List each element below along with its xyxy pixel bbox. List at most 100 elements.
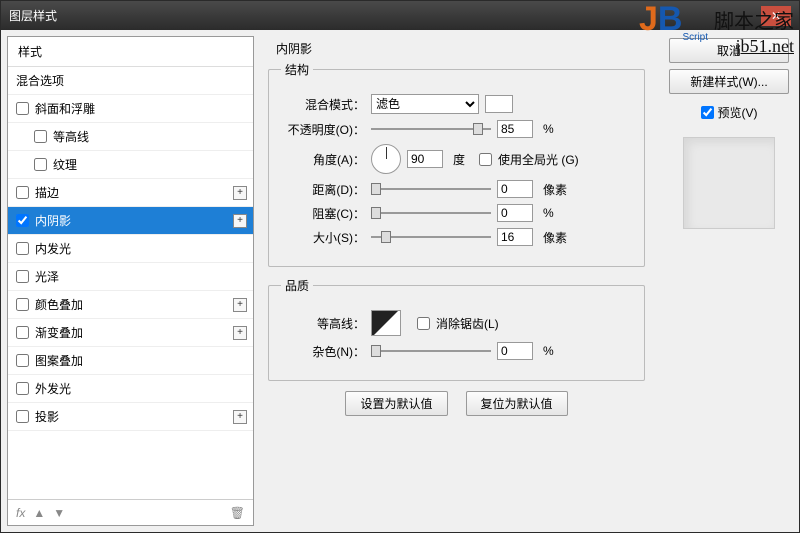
style-item-inner-glow[interactable]: 内发光 <box>8 235 253 263</box>
titlebar[interactable]: 图层样式 ✕ <box>1 1 799 30</box>
plus-icon[interactable]: + <box>233 410 247 424</box>
opacity-unit: % <box>543 122 554 136</box>
opacity-label: 不透明度(O)： <box>281 121 365 138</box>
styles-sidebar: 样式 混合选项 斜面和浮雕 等高线 纹理 描边 <box>7 36 254 526</box>
size-input[interactable] <box>497 228 533 246</box>
style-item-drop-shadow[interactable]: 投影 + <box>8 403 253 431</box>
global-light-label: 使用全局光 (G) <box>498 151 579 168</box>
noise-label: 杂色(N)： <box>281 343 365 360</box>
color-swatch[interactable] <box>485 95 513 113</box>
dialog-body: 样式 混合选项 斜面和浮雕 等高线 纹理 描边 <box>1 30 799 532</box>
drop-shadow-checkbox[interactable] <box>16 410 29 423</box>
contour-label: 等高线： <box>281 315 365 332</box>
noise-slider[interactable] <box>371 344 491 358</box>
style-label: 斜面和浮雕 <box>35 100 95 117</box>
style-list: 样式 混合选项 斜面和浮雕 等高线 纹理 描边 <box>8 37 253 499</box>
preview-row: 预览(V) <box>669 104 789 121</box>
contour-row: 等高线： 消除锯齿(L) <box>281 310 632 336</box>
style-item-satin[interactable]: 光泽 <box>8 263 253 291</box>
distance-slider[interactable] <box>371 182 491 196</box>
texture-checkbox[interactable] <box>34 158 47 171</box>
contour-checkbox[interactable] <box>34 130 47 143</box>
style-label: 颜色叠加 <box>35 296 83 313</box>
style-item-contour[interactable]: 等高线 <box>8 123 253 151</box>
size-row: 大小(S)： 像素 <box>281 228 632 246</box>
layer-style-dialog: 图层样式 ✕ 样式 混合选项 斜面和浮雕 等高线 <box>0 0 800 533</box>
inner-glow-checkbox[interactable] <box>16 242 29 255</box>
set-default-button[interactable]: 设置为默认值 <box>345 391 447 416</box>
bevel-checkbox[interactable] <box>16 102 29 115</box>
distance-row: 距离(D)： 像素 <box>281 180 632 198</box>
angle-dial[interactable] <box>371 144 401 174</box>
style-item-stroke[interactable]: 描边 + <box>8 179 253 207</box>
trash-icon[interactable]: 🗑 <box>230 506 245 520</box>
style-item-outer-glow[interactable]: 外发光 <box>8 375 253 403</box>
opacity-slider[interactable] <box>371 122 491 136</box>
style-item-bevel[interactable]: 斜面和浮雕 <box>8 95 253 123</box>
distance-input[interactable] <box>497 180 533 198</box>
style-item-texture[interactable]: 纹理 <box>8 151 253 179</box>
blend-mode-select[interactable]: 滤色 <box>371 94 479 114</box>
style-label: 等高线 <box>53 128 89 145</box>
contour-picker[interactable] <box>371 310 401 336</box>
sidebar-footer: fx ▲ ▼ 🗑 <box>8 499 253 525</box>
new-style-button[interactable]: 新建样式(W)... <box>669 69 789 94</box>
satin-checkbox[interactable] <box>16 270 29 283</box>
antialias-checkbox[interactable] <box>417 317 430 330</box>
style-item-pattern-overlay[interactable]: 图案叠加 <box>8 347 253 375</box>
blend-mode-row: 混合模式： 滤色 <box>281 94 632 114</box>
angle-input[interactable] <box>407 150 443 168</box>
distance-unit: 像素 <box>543 181 567 198</box>
blend-mode-label: 混合模式： <box>281 96 365 113</box>
global-light-checkbox[interactable] <box>479 153 492 166</box>
arrow-up-icon[interactable]: ▲ <box>33 506 45 520</box>
style-item-inner-shadow[interactable]: 内阴影 + <box>8 207 253 235</box>
choke-label: 阻塞(C)： <box>281 205 365 222</box>
choke-slider[interactable] <box>371 206 491 220</box>
reset-default-button[interactable]: 复位为默认值 <box>466 391 568 416</box>
plus-icon[interactable]: + <box>233 326 247 340</box>
cancel-button[interactable]: 取消 <box>669 38 789 63</box>
plus-icon[interactable]: + <box>233 298 247 312</box>
window-title: 图层样式 <box>9 7 57 24</box>
panel-title: 内阴影 <box>268 40 645 57</box>
color-overlay-checkbox[interactable] <box>16 298 29 311</box>
noise-input[interactable] <box>497 342 533 360</box>
opacity-row: 不透明度(O)： % <box>281 120 632 138</box>
style-label: 渐变叠加 <box>35 324 83 341</box>
settings-panel: 内阴影 结构 混合模式： 滤色 不透明度(O)： % <box>254 30 659 532</box>
opacity-input[interactable] <box>497 120 533 138</box>
arrow-down-icon[interactable]: ▼ <box>53 506 65 520</box>
style-item-color-overlay[interactable]: 颜色叠加 + <box>8 291 253 319</box>
inner-shadow-checkbox[interactable] <box>16 214 29 227</box>
outer-glow-checkbox[interactable] <box>16 382 29 395</box>
blending-options-item[interactable]: 混合选项 <box>8 67 253 95</box>
style-label: 内发光 <box>35 240 71 257</box>
gradient-overlay-checkbox[interactable] <box>16 326 29 339</box>
choke-unit: % <box>543 206 554 220</box>
noise-unit: % <box>543 344 554 358</box>
size-slider[interactable] <box>371 230 491 244</box>
fx-icon[interactable]: fx <box>16 506 25 520</box>
structure-legend: 结构 <box>281 61 313 78</box>
size-unit: 像素 <box>543 229 567 246</box>
style-label: 描边 <box>35 184 59 201</box>
plus-icon[interactable]: + <box>233 186 247 200</box>
default-buttons-row: 设置为默认值 复位为默认值 <box>268 391 645 416</box>
stroke-checkbox[interactable] <box>16 186 29 199</box>
style-item-gradient-overlay[interactable]: 渐变叠加 + <box>8 319 253 347</box>
angle-row: 角度(A)： 度 使用全局光 (G) <box>281 144 632 174</box>
pattern-overlay-checkbox[interactable] <box>16 354 29 367</box>
antialias-label: 消除锯齿(L) <box>436 315 499 332</box>
style-label: 光泽 <box>35 268 59 285</box>
quality-legend: 品质 <box>281 277 313 294</box>
style-label: 纹理 <box>53 156 77 173</box>
blending-options-label: 混合选项 <box>16 72 64 89</box>
noise-row: 杂色(N)： % <box>281 342 632 360</box>
styles-header[interactable]: 样式 <box>8 37 253 67</box>
close-icon[interactable]: ✕ <box>761 6 791 26</box>
choke-input[interactable] <box>497 204 533 222</box>
distance-label: 距离(D)： <box>281 181 365 198</box>
preview-checkbox[interactable] <box>701 106 714 119</box>
plus-icon[interactable]: + <box>233 214 247 228</box>
